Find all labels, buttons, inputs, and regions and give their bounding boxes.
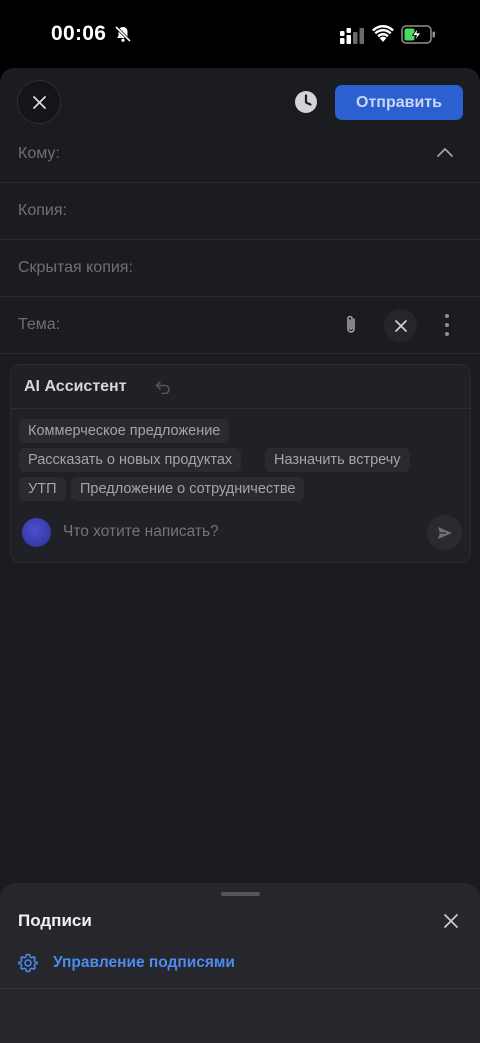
suggestion-chip[interactable]: Назначить встречу [265,448,410,472]
close-compose-button[interactable] [17,80,61,124]
chevron-up-icon[interactable] [436,146,454,158]
paperclip-icon[interactable] [341,314,361,336]
suggestion-chip[interactable]: Рассказать о новых продуктах [19,448,242,472]
sheet-grabber[interactable] [221,892,260,896]
signal-icon [340,28,364,44]
more-vertical-icon[interactable] [444,313,450,337]
undo-icon[interactable] [155,380,171,394]
close-icon[interactable] [443,913,459,929]
cc-label: Копия: [18,202,67,219]
manage-signatures-button[interactable]: Управление подписями [18,951,235,975]
battery-charging-icon [401,25,435,44]
wifi-icon [372,25,394,42]
signatures-title: Подписи [18,911,92,930]
bell-slash-icon [114,25,132,43]
ai-avatar [22,518,51,547]
bcc-label: Скрытая копия: [18,259,133,276]
signatures-sheet: Подписи Управление подписями [0,883,480,1043]
close-icon [394,319,407,332]
to-field[interactable]: Кому: [0,126,480,183]
subject-label: Тема: [18,316,61,333]
ai-prompt-input[interactable] [63,523,413,541]
bcc-field[interactable]: Скрытая копия: [0,240,480,297]
suggestion-chip[interactable]: Предложение о сотрудничестве [71,477,305,501]
to-label: Кому: [18,145,60,162]
schedule-clock-icon[interactable] [294,90,318,114]
gear-icon [18,953,38,973]
close-icon [32,95,46,109]
divider [0,988,480,989]
status-time: 00:06 [51,22,107,45]
ai-send-button[interactable] [427,515,462,550]
cc-field[interactable]: Копия: [0,183,480,240]
ai-assistant-card: AI Ассистент Коммерческое предложение Ра… [10,364,471,563]
ai-assistant-title: AI Ассистент [24,378,127,395]
suggestion-chip[interactable]: УТП [19,477,66,501]
send-arrow-icon [437,526,452,539]
send-button[interactable]: Отправить [335,85,463,120]
suggestion-chip[interactable]: Коммерческое предложение [19,419,230,443]
manage-signatures-label: Управление подписями [53,954,235,971]
status-bar: 00:06 [0,0,480,68]
clear-subject-button[interactable] [384,309,417,342]
ai-assistant-header: AI Ассистент [11,365,470,409]
